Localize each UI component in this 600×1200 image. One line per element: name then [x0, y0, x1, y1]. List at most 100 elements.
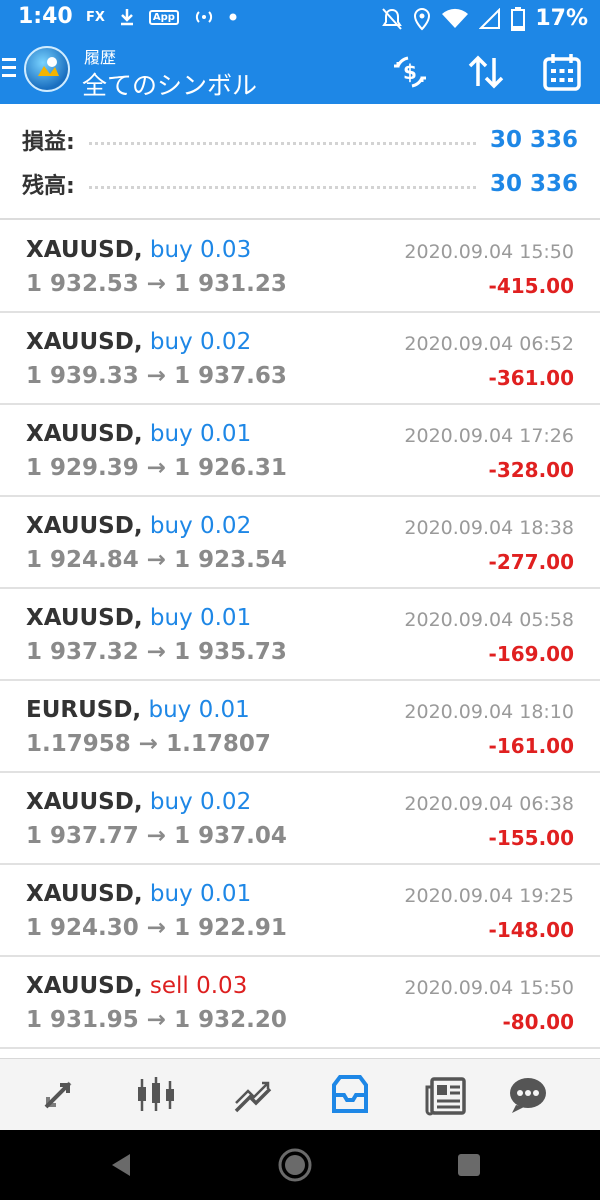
trade-symbol: XAUUSD,	[26, 881, 143, 907]
recents-icon[interactable]	[456, 1152, 482, 1178]
trade-profit: -169.00	[488, 642, 574, 666]
app-logo[interactable]	[24, 46, 70, 92]
open-price: 1 937.77	[26, 823, 139, 849]
dot-icon	[229, 13, 237, 21]
back-icon[interactable]	[106, 1150, 136, 1180]
status-time: 1:40	[18, 4, 73, 29]
trade-time: 2020.09.04 17:26	[404, 425, 574, 447]
open-price: 1 924.30	[26, 915, 139, 941]
app-notification-icon: App	[148, 9, 179, 25]
trade-row[interactable]: XAUUSD, sell 0.03 1 931.95 → 1 932.20 20…	[0, 957, 600, 1049]
arrow-icon: →	[146, 271, 167, 297]
profit-label: 損益:	[22, 130, 75, 155]
trade-profit: -415.00	[488, 274, 574, 298]
menu-icon[interactable]	[2, 58, 16, 80]
sort-icon[interactable]	[466, 52, 506, 92]
open-price: 1 929.39	[26, 455, 139, 481]
arrow-icon: →	[146, 823, 167, 849]
trade-symbol: XAUUSD,	[26, 237, 143, 263]
chart-candles-icon[interactable]	[134, 1073, 178, 1117]
close-price: 1.17807	[166, 731, 271, 757]
trade-side: buy 0.02	[149, 789, 252, 815]
trade-icon[interactable]	[232, 1073, 276, 1117]
arrow-icon: →	[146, 455, 167, 481]
quotes-icon[interactable]	[36, 1073, 80, 1117]
trade-symbol: EURUSD,	[26, 697, 142, 723]
close-price: 1 937.63	[174, 363, 287, 389]
trade-profit: -361.00	[488, 366, 574, 390]
signal-icon	[479, 7, 501, 29]
trade-time: 2020.09.04 15:50	[404, 977, 574, 999]
battery-level: 17%	[535, 6, 588, 31]
close-price: 1 937.04	[174, 823, 287, 849]
open-price: 1.17958	[26, 731, 131, 757]
summary-panel: 損益: 30 336 残高: 30 336	[0, 104, 600, 220]
trade-time: 2020.09.04 18:38	[404, 517, 574, 539]
dotted-leader	[88, 141, 476, 145]
system-nav-bar	[0, 1130, 600, 1200]
home-icon[interactable]	[277, 1147, 313, 1183]
balance-value: 30 336	[489, 171, 578, 197]
trade-symbol: XAUUSD,	[26, 513, 143, 539]
arrow-icon: →	[146, 363, 167, 389]
trade-row[interactable]: XAUUSD, buy 0.03 1 932.53 → 1 931.23 202…	[0, 221, 600, 313]
trade-time: 2020.09.04 18:10	[404, 701, 574, 723]
trade-symbol: XAUUSD,	[26, 329, 143, 355]
profit-row: 損益: 30 336	[22, 120, 578, 160]
open-price: 1 924.84	[26, 547, 139, 573]
trade-side: buy 0.03	[149, 237, 252, 263]
news-icon[interactable]	[424, 1073, 468, 1117]
trade-profit: -161.00	[488, 734, 574, 758]
calendar-icon[interactable]	[542, 52, 582, 92]
trade-time: 2020.09.04 15:50	[404, 241, 574, 263]
svg-text:$: $	[403, 60, 417, 84]
trade-row[interactable]: EURUSD, buy 0.01 1.17958 → 1.17807 2020.…	[0, 681, 600, 773]
open-price: 1 931.95	[26, 1007, 139, 1033]
arrow-icon: →	[146, 547, 167, 573]
trade-profit: -80.00	[502, 1010, 574, 1034]
trade-row[interactable]: XAUUSD, buy 0.02 1 937.77 → 1 937.04 202…	[0, 773, 600, 865]
trade-side: sell 0.03	[149, 973, 248, 999]
wifi-icon	[442, 8, 469, 28]
arrow-icon: →	[146, 1007, 167, 1033]
trade-row[interactable]: XAUUSD, buy 0.01 1 929.39 → 1 926.31 202…	[0, 405, 600, 497]
close-price: 1 926.31	[174, 455, 287, 481]
balance-row: 残高: 30 336	[22, 164, 578, 204]
trade-time: 2020.09.04 19:25	[404, 885, 574, 907]
close-price: 1 923.54	[174, 547, 287, 573]
trade-profit: -155.00	[488, 826, 574, 850]
open-price: 1 937.32	[26, 639, 139, 665]
trade-symbol: XAUUSD,	[26, 789, 143, 815]
app-bar: 履歴 全てのシンボル $	[0, 36, 600, 104]
trade-side: buy 0.02	[149, 329, 252, 355]
deposit-icon[interactable]: $	[390, 52, 430, 92]
trade-symbol: XAUUSD,	[26, 421, 143, 447]
arrow-icon: →	[146, 915, 167, 941]
mute-icon	[382, 7, 403, 30]
close-price: 1 932.20	[174, 1007, 287, 1033]
arrow-icon: →	[138, 731, 159, 757]
download-icon	[120, 9, 133, 26]
trade-time: 2020.09.04 06:38	[404, 793, 574, 815]
profit-value: 30 336	[489, 127, 578, 153]
page-title[interactable]: 全てのシンボル	[82, 66, 257, 102]
trade-row[interactable]: XAUUSD, buy 0.02 1 924.84 → 1 923.54 202…	[0, 497, 600, 589]
app-subtitle: 履歴	[84, 48, 117, 67]
trade-row[interactable]: XAUUSD, buy 0.02 1 939.33 → 1 937.63 202…	[0, 313, 600, 405]
open-price: 1 932.53	[26, 271, 139, 297]
trade-side: buy 0.02	[149, 513, 252, 539]
trade-row[interactable]: XAUUSD, buy 0.01 1 937.32 → 1 935.73 202…	[0, 589, 600, 681]
trade-side: buy 0.01	[149, 881, 252, 907]
close-price: 1 931.23	[174, 271, 287, 297]
location-icon	[414, 7, 431, 30]
history-icon[interactable]	[328, 1073, 372, 1117]
balance-label: 残高:	[22, 174, 75, 199]
open-price: 1 939.33	[26, 363, 139, 389]
trade-time: 2020.09.04 06:52	[404, 333, 574, 355]
trade-row[interactable]: XAUUSD, buy 0.01 1 924.30 → 1 922.91 202…	[0, 865, 600, 957]
trade-history-list: XAUUSD, buy 0.03 1 932.53 → 1 931.23 202…	[0, 221, 600, 1049]
battery-icon	[511, 6, 526, 31]
chat-icon[interactable]	[506, 1073, 550, 1117]
trade-time: 2020.09.04 05:58	[404, 609, 574, 631]
status-bar: 1:40 FX App 17%	[0, 0, 600, 36]
